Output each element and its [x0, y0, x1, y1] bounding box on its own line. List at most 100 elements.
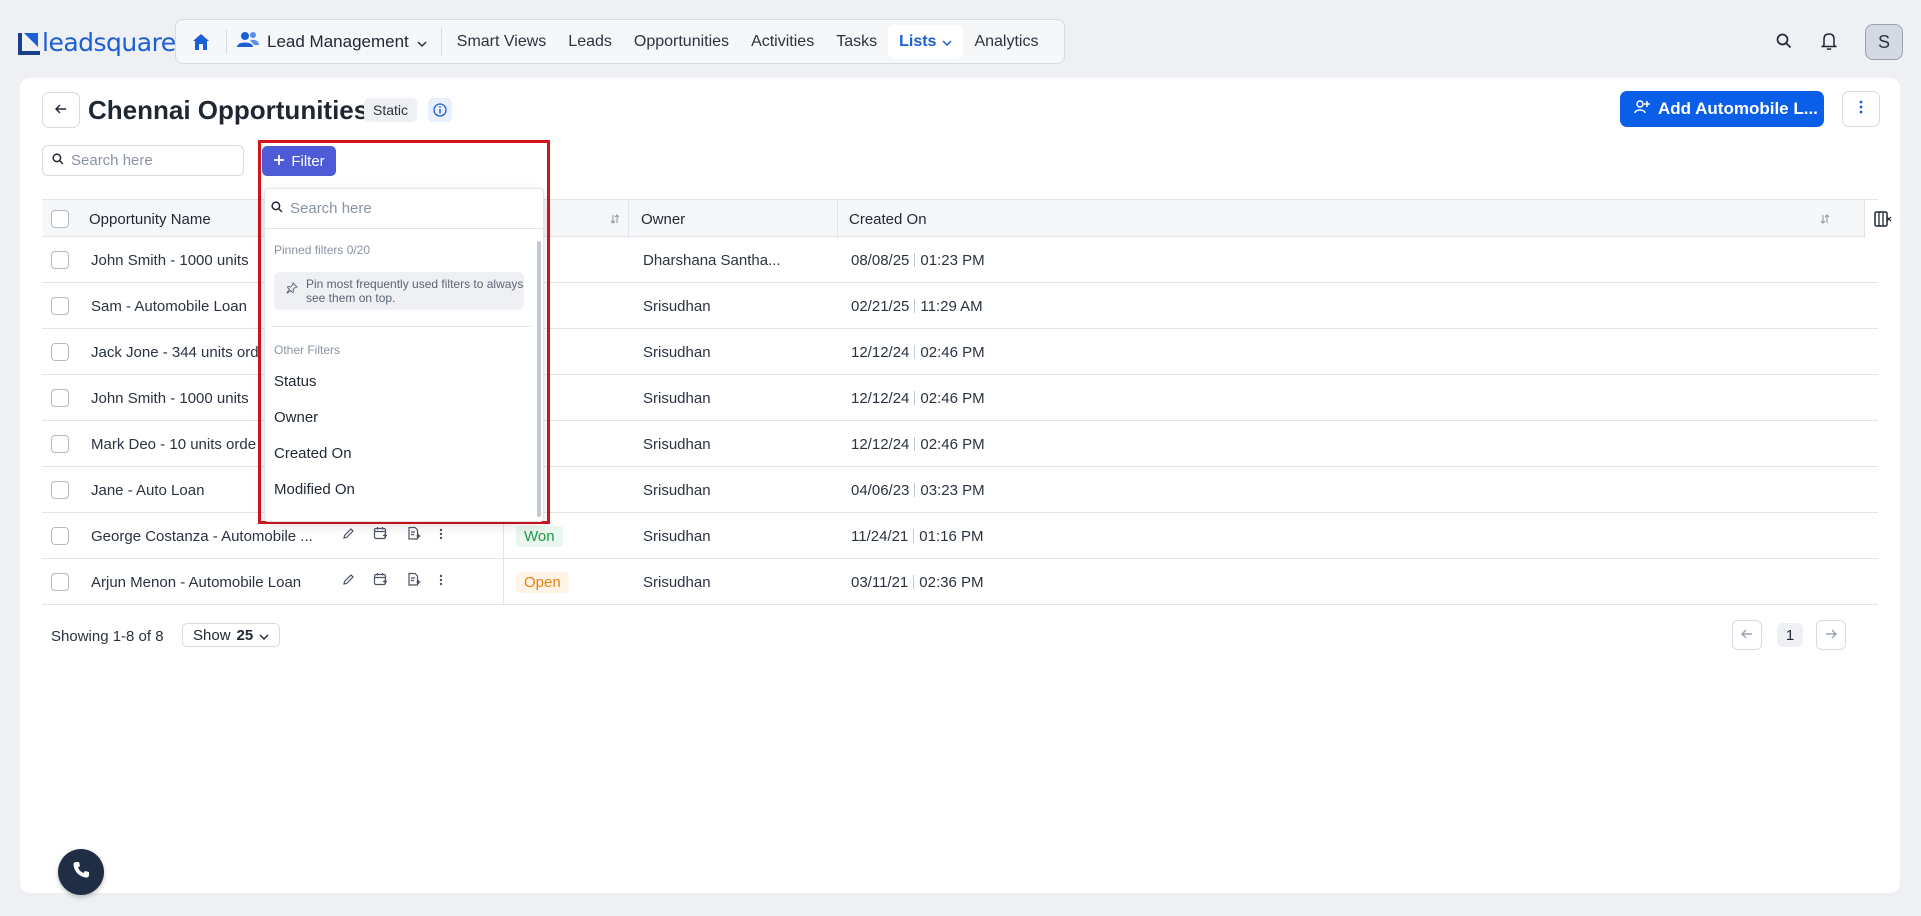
owner-cell: Srisudhan	[643, 297, 711, 315]
row-checkbox[interactable]	[51, 513, 69, 559]
nav-activities[interactable]: Activities	[740, 25, 825, 58]
main-nav: Lead Management Smart Views Leads Opport…	[175, 19, 1065, 64]
arrow-left-icon	[54, 101, 67, 119]
row-checkbox[interactable]	[51, 421, 69, 467]
filter-item-status[interactable]: Status	[265, 363, 543, 399]
owner-cell: Srisudhan	[643, 527, 711, 545]
col-owner[interactable]: Owner	[641, 200, 685, 238]
nav-leads[interactable]: Leads	[557, 25, 623, 58]
add-activity-icon[interactable]	[406, 572, 421, 592]
table-footer: Showing 1-8 of 8 Show 25 1	[42, 620, 1878, 654]
logo-mark-icon	[18, 31, 40, 55]
add-automobile-loan-button[interactable]: Add Automobile L...	[1620, 91, 1824, 127]
col-created-on[interactable]: Created On	[849, 200, 927, 238]
separator	[914, 299, 916, 313]
sort-icon[interactable]	[1820, 200, 1830, 238]
opportunity-name-cell[interactable]: John Smith - 1000 units	[91, 237, 249, 283]
more-options-button[interactable]	[1842, 91, 1880, 127]
row-checkbox[interactable]	[51, 375, 69, 421]
row-checkbox[interactable]	[51, 559, 69, 605]
created-date: 12/12/24	[851, 343, 910, 361]
row-checkbox[interactable]	[51, 467, 69, 513]
page-size-select[interactable]: Show 25	[182, 623, 281, 647]
owner-cell: Srisudhan	[643, 481, 711, 499]
nav-tasks[interactable]: Tasks	[825, 25, 888, 58]
created-on-cell: 12/12/24 02:46 PM	[851, 329, 985, 375]
sort-icon[interactable]	[610, 200, 620, 238]
home-icon[interactable]	[186, 27, 216, 57]
search-input[interactable]	[71, 152, 231, 169]
filter-search-input[interactable]	[290, 200, 510, 217]
phone-call-button[interactable]	[58, 849, 104, 895]
more-vertical-icon[interactable]	[439, 573, 443, 591]
nav-analytics[interactable]: Analytics	[963, 25, 1049, 58]
info-icon[interactable]	[428, 98, 452, 122]
separator	[914, 437, 916, 451]
add-task-icon[interactable]	[373, 526, 388, 546]
created-date: 02/21/25	[851, 297, 910, 315]
opportunity-name-cell[interactable]: Arjun Menon - Automobile Loan	[91, 559, 301, 605]
opportunity-name-cell[interactable]: Jane - Auto Loan	[91, 467, 204, 513]
filter-button[interactable]: Filter	[262, 146, 336, 176]
created-on-cell: 11/24/21 01:16 PM	[851, 513, 984, 559]
opportunity-name-cell[interactable]: Sam - Automobile Loan	[91, 283, 247, 329]
column-settings-icon[interactable]	[1864, 200, 1900, 238]
search-icon	[52, 152, 64, 170]
search-icon[interactable]	[1771, 28, 1797, 54]
opportunity-name-cell[interactable]: Jack Jone - 344 units ord	[91, 329, 259, 375]
separator	[914, 253, 916, 267]
list-type-badge: Static	[364, 98, 418, 122]
created-on-cell: 12/12/24 02:46 PM	[851, 421, 985, 467]
back-button[interactable]	[42, 92, 80, 128]
row-checkbox[interactable]	[51, 329, 69, 375]
created-time: 02:46 PM	[920, 435, 985, 453]
created-date: 12/12/24	[851, 389, 910, 407]
add-activity-icon[interactable]	[406, 526, 421, 546]
nav-smart-views[interactable]: Smart Views	[446, 25, 558, 58]
status-badge: Open	[516, 571, 569, 593]
filter-scrollbar[interactable]	[537, 241, 541, 517]
created-date: 12/12/24	[851, 435, 910, 453]
filter-button-label: Filter	[291, 152, 325, 170]
filter-search[interactable]	[265, 189, 543, 229]
created-time: 01:23 PM	[920, 251, 985, 269]
opportunity-name-cell[interactable]: John Smith - 1000 units	[91, 375, 249, 421]
phone-icon	[71, 860, 91, 885]
select-all-checkbox[interactable]	[51, 200, 69, 238]
column-divider	[628, 200, 629, 238]
filter-item-modified-on[interactable]: Modified On	[265, 471, 543, 507]
owner-cell: Srisudhan	[643, 435, 711, 453]
filter-item-created-on[interactable]: Created On	[265, 435, 543, 471]
created-date: 03/11/21	[851, 573, 909, 591]
prev-page-button[interactable]	[1732, 620, 1762, 650]
filter-item-owner[interactable]: Owner	[265, 399, 543, 435]
next-page-button[interactable]	[1816, 620, 1846, 650]
list-search[interactable]	[42, 145, 244, 176]
more-vertical-icon[interactable]	[439, 527, 443, 545]
created-on-cell: 04/06/23 03:23 PM	[851, 467, 985, 513]
more-vertical-icon	[1859, 100, 1863, 119]
current-page[interactable]: 1	[1777, 623, 1803, 647]
nav-lists[interactable]: Lists	[888, 25, 964, 58]
nav-lists-label: Lists	[899, 32, 937, 50]
row-checkbox[interactable]	[51, 283, 69, 329]
edit-icon[interactable]	[342, 527, 355, 545]
page-size-value: 25	[236, 626, 254, 644]
pinned-tip-text: Pin most frequently used filters to alwa…	[306, 277, 524, 305]
edit-icon[interactable]	[342, 573, 355, 591]
top-navbar: leadsquared Lead Management Smart Views …	[0, 0, 1921, 78]
bell-icon[interactable]	[1816, 28, 1842, 54]
divider	[271, 326, 531, 327]
add-task-icon[interactable]	[373, 572, 388, 592]
opportunity-name-cell[interactable]: Mark Deo - 10 units orde	[91, 421, 256, 467]
user-avatar[interactable]: S	[1865, 24, 1903, 60]
module-switcher[interactable]: Lead Management	[237, 27, 442, 56]
col-opportunity-name[interactable]: Opportunity Name	[89, 200, 211, 238]
separator	[914, 345, 916, 359]
created-date: 08/08/25	[851, 251, 910, 269]
row-checkbox[interactable]	[51, 237, 69, 283]
leadsquared-logo[interactable]: leadsquared	[18, 28, 192, 57]
chevron-down-icon	[259, 627, 269, 644]
nav-opportunities[interactable]: Opportunities	[623, 25, 740, 58]
table-row[interactable]: Arjun Menon - Automobile Loan Open Srisu…	[42, 559, 1878, 605]
